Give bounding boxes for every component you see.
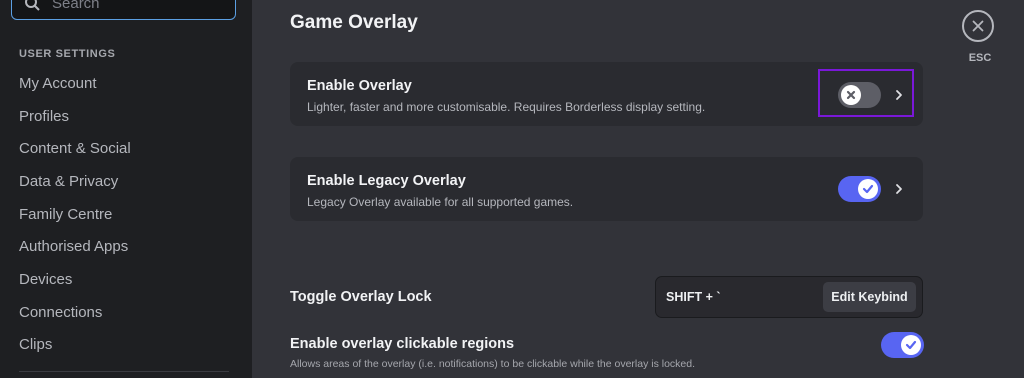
edit-keybind-button[interactable]: Edit Keybind	[823, 282, 916, 312]
search-box[interactable]	[11, 0, 236, 20]
toggle-knob	[901, 335, 921, 355]
search-input[interactable]	[52, 0, 212, 12]
keybind-value: SHIFT + `	[666, 290, 721, 304]
chevron-right-icon[interactable]	[893, 183, 905, 195]
checkmark-icon	[905, 340, 917, 350]
enable-overlay-description: Lighter, faster and more customisable. R…	[307, 100, 706, 114]
close-settings[interactable]: ESC	[962, 10, 998, 64]
sidebar-item-content-social[interactable]: Content & Social	[19, 140, 131, 157]
page-title: Game Overlay	[290, 12, 418, 33]
settings-sidebar: USER SETTINGS My Account Profiles Conten…	[0, 0, 252, 378]
close-icon	[972, 20, 984, 32]
sidebar-divider	[19, 371, 229, 372]
enable-legacy-overlay-card[interactable]: Enable Legacy Overlay Legacy Overlay ava…	[290, 157, 923, 221]
sidebar-item-connections[interactable]: Connections	[19, 304, 102, 321]
sidebar-item-devices[interactable]: Devices	[19, 271, 72, 288]
sidebar-section-title: USER SETTINGS	[19, 48, 116, 60]
clickable-regions-label: Enable overlay clickable regions	[290, 336, 515, 352]
close-button[interactable]	[962, 10, 994, 42]
keybind-recorder[interactable]: SHIFT + ` Edit Keybind	[655, 276, 923, 318]
checkmark-icon	[862, 184, 874, 194]
highlight-box	[818, 69, 914, 117]
sidebar-item-profiles[interactable]: Profiles	[19, 108, 69, 125]
sidebar-item-family-centre[interactable]: Family Centre	[19, 206, 112, 223]
sidebar-item-data-privacy[interactable]: Data & Privacy	[19, 173, 118, 190]
clickable-regions-toggle[interactable]	[881, 332, 924, 358]
enable-overlay-title: Enable Overlay	[307, 78, 412, 94]
search-icon	[24, 0, 40, 11]
main-content: Game Overlay Enable Overlay Lighter, fas…	[252, 0, 1024, 378]
toggle-overlay-lock-label: Toggle Overlay Lock	[290, 289, 432, 305]
enable-legacy-overlay-toggle[interactable]	[838, 176, 881, 202]
sidebar-item-my-account[interactable]: My Account	[19, 75, 97, 92]
sidebar-item-clips[interactable]: Clips	[19, 336, 52, 353]
esc-label: ESC	[968, 52, 992, 64]
toggle-knob	[858, 179, 878, 199]
clickable-regions-description: Allows areas of the overlay (i.e. notifi…	[290, 358, 696, 370]
sidebar-item-authorised-apps[interactable]: Authorised Apps	[19, 238, 128, 255]
enable-legacy-overlay-description: Legacy Overlay available for all support…	[307, 195, 574, 209]
enable-legacy-overlay-title: Enable Legacy Overlay	[307, 173, 466, 189]
